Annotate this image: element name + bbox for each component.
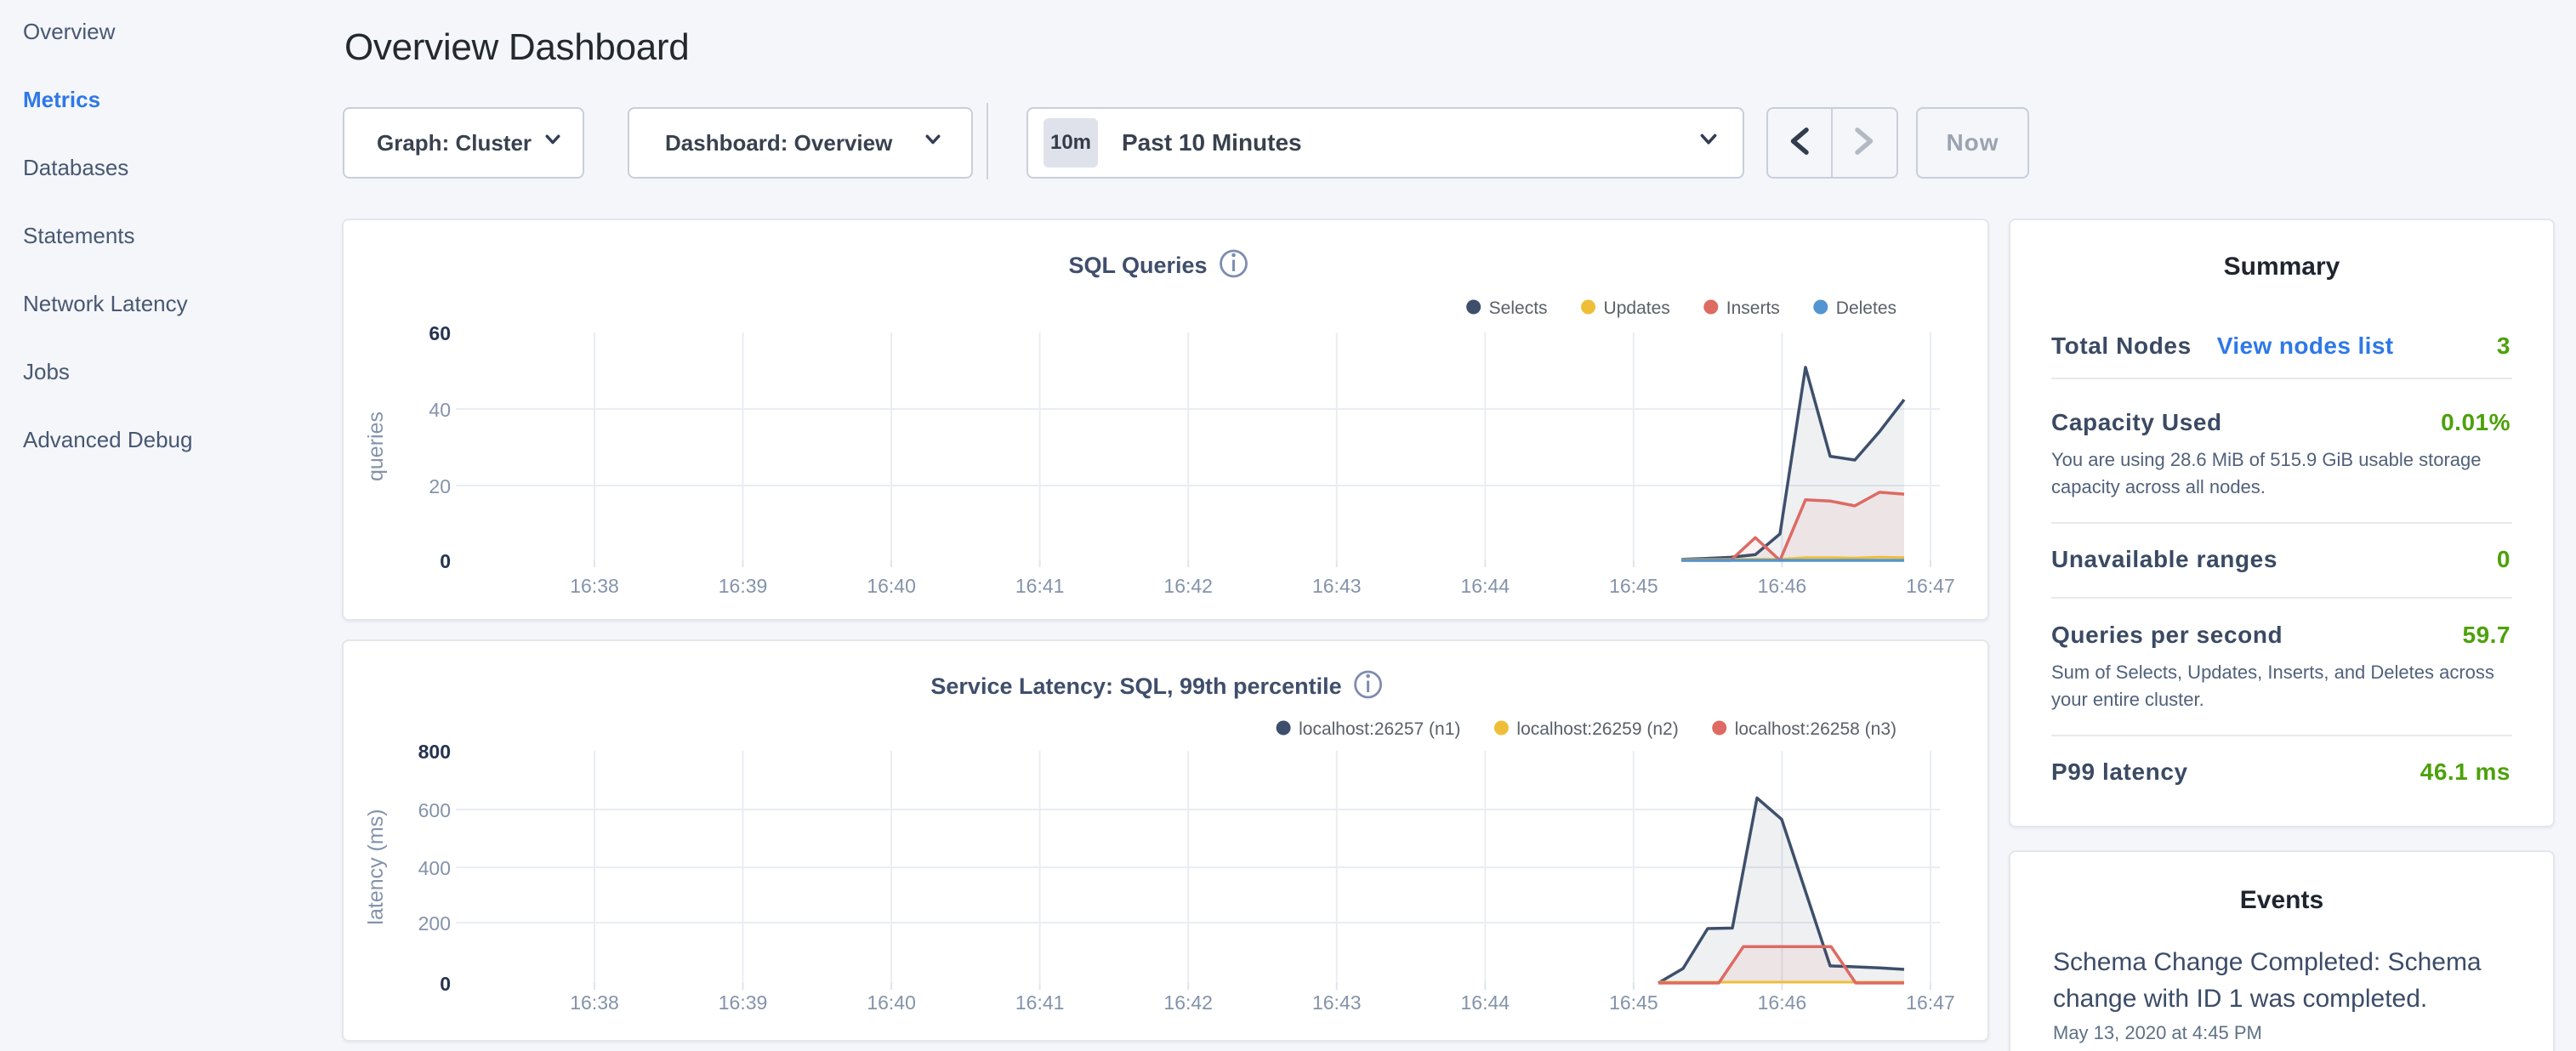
- svg-text:0: 0: [440, 973, 451, 995]
- svg-text:600: 600: [418, 799, 451, 821]
- svg-text:16:40: 16:40: [867, 575, 916, 597]
- svg-text:SQL Queries: SQL Queries: [1068, 253, 1207, 278]
- svg-text:16:38: 16:38: [570, 991, 619, 1014]
- svg-text:16:47: 16:47: [1906, 991, 1955, 1014]
- svg-text:localhost:26259 (n2): localhost:26259 (n2): [1516, 719, 1678, 739]
- svg-text:16:39: 16:39: [719, 991, 768, 1014]
- svg-text:0: 0: [440, 550, 451, 572]
- svg-text:16:44: 16:44: [1461, 575, 1510, 597]
- svg-text:16:38: 16:38: [570, 575, 619, 597]
- svg-text:800: 800: [418, 741, 451, 763]
- svg-text:16:42: 16:42: [1163, 575, 1213, 597]
- svg-text:16:43: 16:43: [1312, 575, 1362, 597]
- svg-text:16:46: 16:46: [1758, 991, 1807, 1014]
- svg-text:16:45: 16:45: [1609, 991, 1658, 1014]
- svg-text:16:42: 16:42: [1163, 991, 1213, 1014]
- svg-text:queries: queries: [364, 412, 388, 481]
- svg-text:localhost:26257 (n1): localhost:26257 (n1): [1299, 719, 1460, 739]
- svg-text:16:47: 16:47: [1906, 575, 1955, 597]
- svg-text:16:45: 16:45: [1609, 575, 1658, 597]
- svg-text:16:43: 16:43: [1312, 991, 1362, 1014]
- svg-text:Deletes: Deletes: [1836, 298, 1896, 318]
- svg-text:latency (ms): latency (ms): [364, 809, 388, 924]
- svg-text:16:44: 16:44: [1461, 991, 1510, 1014]
- svg-text:16:46: 16:46: [1758, 575, 1807, 597]
- svg-text:60: 60: [429, 322, 451, 344]
- svg-text:localhost:26258 (n3): localhost:26258 (n3): [1735, 719, 1896, 739]
- svg-text:40: 40: [429, 399, 451, 421]
- svg-text:Service Latency: SQL, 99th per: Service Latency: SQL, 99th percentile: [930, 673, 1341, 699]
- svg-text:200: 200: [418, 912, 451, 935]
- svg-text:20: 20: [429, 475, 451, 497]
- svg-text:16:41: 16:41: [1015, 575, 1065, 597]
- svg-text:Selects: Selects: [1489, 298, 1548, 318]
- svg-text:16:41: 16:41: [1015, 991, 1065, 1014]
- svg-text:400: 400: [418, 857, 451, 879]
- svg-text:Updates: Updates: [1604, 298, 1670, 318]
- svg-text:16:40: 16:40: [867, 991, 916, 1014]
- svg-text:Inserts: Inserts: [1726, 298, 1780, 318]
- svg-text:16:39: 16:39: [719, 575, 768, 597]
